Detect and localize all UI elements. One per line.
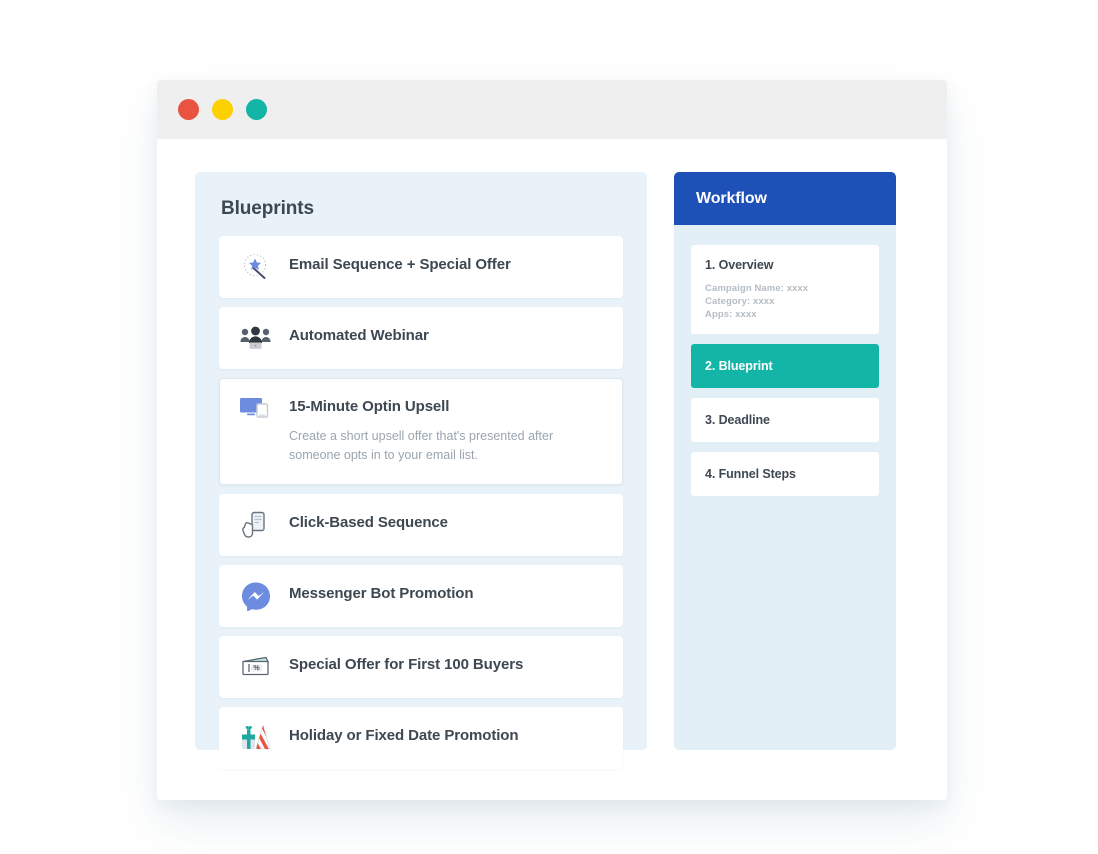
- workflow-step-deadline[interactable]: 3. Deadline: [691, 398, 879, 442]
- blueprint-label: Special Offer for First 100 Buyers: [289, 656, 524, 674]
- discount-coupon-icon: %: [237, 652, 275, 682]
- blueprints-list: Email Sequence + Special Offer Automated…: [219, 236, 623, 770]
- workflow-step-meta: Campaign Name: xxxx Category: xxxx Apps:…: [705, 283, 865, 320]
- workflow-step-overview[interactable]: 1. Overview Campaign Name: xxxx Category…: [691, 245, 879, 334]
- blueprint-label: Messenger Bot Promotion: [289, 585, 474, 603]
- blueprint-item-click-based-sequence[interactable]: Click-Based Sequence: [219, 494, 623, 557]
- blueprint-item-email-sequence[interactable]: Email Sequence + Special Offer: [219, 236, 623, 298]
- people-group-icon: [237, 323, 275, 353]
- svg-text:%: %: [253, 665, 260, 672]
- workflow-step-blueprint[interactable]: 2. Blueprint: [691, 344, 879, 388]
- blueprint-label: Holiday or Fixed Date Promotion: [289, 727, 519, 745]
- blueprint-text: Click-Based Sequence: [289, 510, 448, 533]
- page-title: Blueprints: [221, 198, 314, 219]
- blueprint-item-special-offer[interactable]: % Special Offer for First 100 Buyers: [219, 636, 623, 699]
- workflow-step-funnel-steps[interactable]: 4. Funnel Steps: [691, 452, 879, 496]
- blueprint-label: Click-Based Sequence: [289, 514, 448, 532]
- window-titlebar: [157, 80, 947, 139]
- blueprint-label: Email Sequence + Special Offer: [289, 256, 511, 273]
- blueprint-text: Email Sequence + Special Offer: [289, 252, 511, 275]
- apps-value: Apps: xxxx: [705, 309, 757, 320]
- workflow-step-label: 1. Overview: [705, 258, 774, 272]
- blueprint-item-automated-webinar[interactable]: Automated Webinar: [219, 307, 623, 369]
- messenger-logo-icon: [237, 581, 275, 612]
- window-close-dot[interactable]: [178, 99, 199, 120]
- screenshot-root: Blueprints Email Sequence + Special Offe…: [0, 0, 1098, 854]
- workflow-panel: Workflow 1. Overview Campaign Name: xxxx…: [674, 172, 896, 750]
- blueprint-text: Messenger Bot Promotion: [289, 581, 473, 604]
- campaign-name-value: Campaign Name: xxxx: [705, 283, 809, 294]
- workflow-step-label: 2. Blueprint: [705, 359, 773, 373]
- workflow-title: Workflow: [696, 189, 767, 207]
- workflow-header: Workflow: [674, 172, 896, 225]
- blueprint-item-messenger-bot[interactable]: Messenger Bot Promotion: [219, 565, 623, 628]
- blueprint-text: Special Offer for First 100 Buyers: [289, 652, 523, 675]
- workflow-steps: 1. Overview Campaign Name: xxxx Category…: [674, 225, 896, 516]
- hand-phone-icon: [237, 510, 275, 540]
- blueprints-panel: Blueprints Email Sequence + Special Offe…: [195, 172, 647, 770]
- blueprint-text: 15-Minute Optin Upsell Create a short up…: [289, 394, 605, 465]
- window-minimize-dot[interactable]: [212, 99, 233, 120]
- window-maximize-dot[interactable]: [246, 99, 267, 120]
- monitor-devices-icon: [237, 394, 275, 424]
- blueprint-item-holiday-promotion[interactable]: Holiday or Fixed Date Promotion: [219, 707, 623, 770]
- blueprint-label: Automated Webinar: [289, 327, 429, 344]
- blueprint-label: 15-Minute Optin Upsell: [289, 398, 450, 415]
- blueprint-item-optin-upsell[interactable]: 15-Minute Optin Upsell Create a short up…: [219, 378, 623, 486]
- browser-window: Blueprints Email Sequence + Special Offe…: [157, 80, 947, 800]
- workflow-step-label: 4. Funnel Steps: [705, 467, 796, 481]
- window-content: Blueprints Email Sequence + Special Offe…: [157, 139, 947, 800]
- gift-party-hat-icon: [237, 723, 275, 753]
- blueprint-description: Create a short upsell offer that's prese…: [289, 428, 554, 462]
- blueprint-text: Automated Webinar: [289, 323, 429, 346]
- magic-wand-icon: [237, 252, 275, 282]
- blueprint-text: Holiday or Fixed Date Promotion: [289, 723, 519, 746]
- workflow-step-label: 3. Deadline: [705, 413, 770, 427]
- category-value: Category: xxxx: [705, 296, 775, 307]
